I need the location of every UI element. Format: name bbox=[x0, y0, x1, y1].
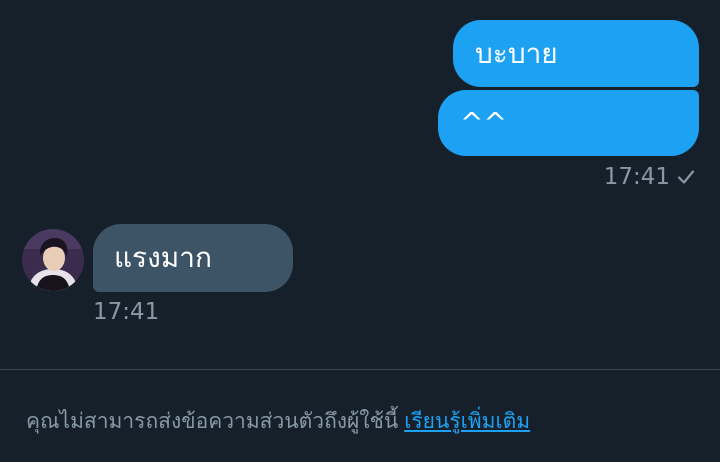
incoming-message-meta: 17:41 bbox=[93, 299, 159, 325]
incoming-message[interactable]: แรงมาก bbox=[93, 224, 293, 292]
check-icon bbox=[676, 167, 696, 187]
message-timestamp: 17:41 bbox=[93, 299, 160, 325]
outgoing-message-meta: 17:41 bbox=[604, 164, 696, 190]
divider bbox=[0, 369, 720, 370]
message-text: แรงมาก bbox=[114, 241, 212, 274]
outgoing-message[interactable]: บะบาย bbox=[453, 20, 699, 87]
message-text: บะบาย bbox=[475, 36, 558, 70]
message-text: ^^ bbox=[460, 106, 507, 139]
learn-more-link[interactable]: เรียนรู้เพิ่มเติม bbox=[404, 409, 530, 433]
message-timestamp: 17:41 bbox=[603, 164, 670, 190]
notice-text: คุณไม่สามารถส่งข้อความส่วนตัวถึงผู้ใช้นี… bbox=[26, 409, 399, 433]
avatar[interactable] bbox=[22, 229, 84, 291]
dm-disabled-notice: คุณไม่สามารถส่งข้อความส่วนตัวถึงผู้ใช้นี… bbox=[26, 405, 530, 438]
outgoing-message[interactable]: ^^ bbox=[438, 90, 699, 156]
